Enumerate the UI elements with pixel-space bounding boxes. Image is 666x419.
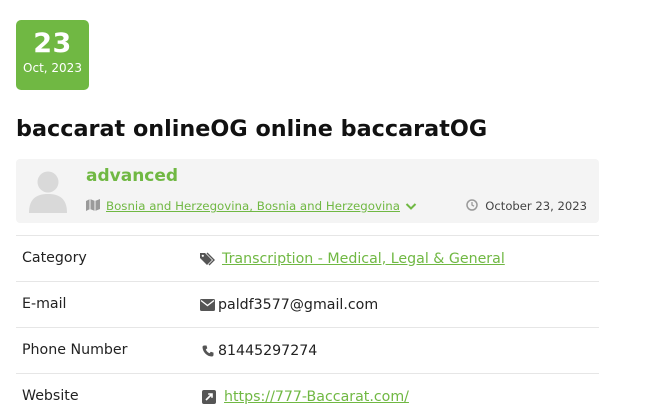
date-badge: 23 Oct, 2023 — [16, 20, 89, 90]
clock-icon — [466, 198, 479, 214]
category-label: Category — [22, 250, 87, 266]
post-date: October 23, 2023 — [466, 198, 587, 214]
envelope-icon — [200, 298, 215, 311]
author-name[interactable]: advanced — [86, 165, 178, 187]
tags-icon — [200, 252, 216, 266]
date-month: Oct, 2023 — [23, 61, 82, 75]
post-date-text: October 23, 2023 — [485, 199, 587, 213]
chevron-down-icon[interactable] — [405, 202, 417, 211]
phone-label: Phone Number — [22, 342, 128, 358]
email-label: E-mail — [22, 296, 67, 312]
detail-row-phone: Phone Number 81445297274 — [16, 327, 599, 373]
detail-row-email: E-mail paldf3577@gmail.com — [16, 281, 599, 327]
detail-row-website: Website https://777-Baccarat.com/ — [16, 373, 599, 419]
location-link[interactable]: Bosnia and Herzegovina, Bosnia and Herze… — [106, 199, 400, 213]
category-link[interactable]: Transcription - Medical, Legal & General — [222, 251, 505, 267]
phone-value: 81445297274 — [218, 342, 318, 359]
page-title: baccarat onlineOG online baccaratOG — [16, 116, 488, 142]
details-table: Category Transcription - Medical, Legal … — [16, 235, 599, 419]
author-box: advanced Bosnia and Herzegovina, Bosnia … — [16, 159, 599, 223]
website-label: Website — [22, 388, 79, 404]
detail-row-category: Category Transcription - Medical, Legal … — [16, 235, 599, 281]
email-value: paldf3577@gmail.com — [218, 296, 379, 313]
external-link-icon — [202, 389, 216, 404]
author-location: Bosnia and Herzegovina, Bosnia and Herze… — [86, 198, 417, 214]
avatar — [29, 171, 67, 213]
phone-icon — [202, 345, 214, 357]
website-link[interactable]: https://777-Baccarat.com/ — [224, 389, 409, 405]
map-icon — [86, 198, 100, 214]
date-day: 23 — [33, 28, 72, 59]
